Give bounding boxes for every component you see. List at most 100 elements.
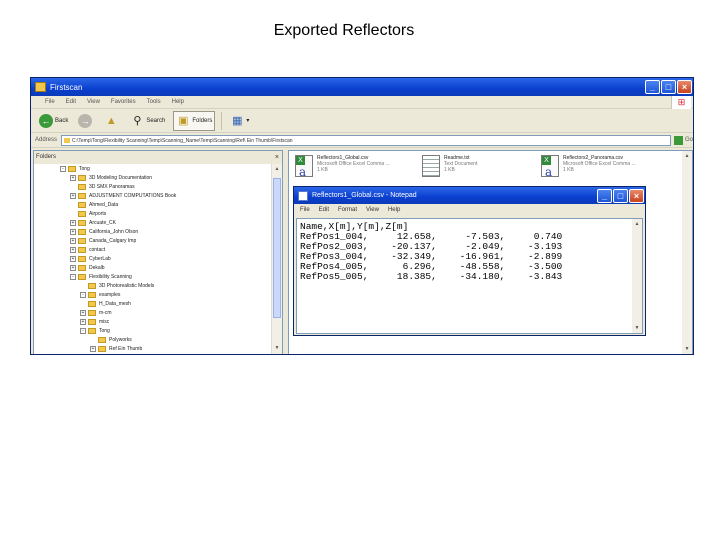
menu-help[interactable]: Help (172, 99, 184, 105)
menu-favorites[interactable]: Favorites (111, 99, 136, 105)
folders-label: Folders (192, 117, 213, 124)
collapse-icon[interactable]: - (80, 291, 86, 298)
folder-label: California_John Olson (89, 228, 139, 235)
folder-tree-item[interactable]: 3D Photorealistic Models (34, 281, 282, 290)
expand-icon[interactable]: + (70, 264, 76, 271)
menu-format[interactable]: Format (338, 207, 357, 213)
folder-tree-item[interactable]: - examples (34, 290, 282, 299)
maximize-button[interactable]: □ (661, 80, 676, 94)
close-button[interactable]: × (677, 80, 692, 94)
folder-tree-item[interactable]: + m-cm (34, 308, 282, 317)
excel-file-icon (295, 155, 313, 179)
folder-tree-item[interactable]: - Flexibility Scanning (34, 272, 282, 281)
folder-tree-item[interactable]: +3D Modeling Documentation (34, 173, 282, 182)
folder-tree-item[interactable]: + Canada_Calgary Imp (34, 236, 282, 245)
scroll-up-icon[interactable]: ▲ (632, 219, 642, 229)
folder-label: Ref Ein Thumb (109, 345, 143, 352)
folder-label: Canada_Calgary Imp (89, 237, 137, 244)
scroll-up-icon[interactable]: ▲ (272, 164, 282, 175)
notepad-scrollbar[interactable]: ▲ ▼ (632, 219, 642, 333)
go-button[interactable]: Go (673, 135, 693, 145)
menu-edit[interactable]: Edit (319, 207, 329, 213)
folders-button[interactable]: ▣ Folders (173, 110, 216, 131)
expand-icon[interactable]: + (70, 174, 76, 181)
folder-label: Arcuate_CK (89, 219, 116, 226)
file-item[interactable]: Readme.txt Text Document 1 KB (422, 155, 477, 177)
folder-tree-item[interactable]: Airports (34, 209, 282, 218)
folder-icon (88, 318, 96, 325)
explorer-menubar: File Edit View Favorites Tools Help ⊞ (31, 96, 693, 109)
menu-file[interactable]: File (300, 207, 310, 213)
expand-icon[interactable]: + (80, 309, 86, 316)
folders-scrollbar[interactable]: ▲ ▼ (271, 164, 282, 354)
folder-tree-item[interactable]: - Tong (34, 164, 282, 173)
folder-icon (98, 345, 106, 352)
folder-tree-item[interactable]: 3D SMX Panoramas (34, 182, 282, 191)
expand-icon[interactable]: + (70, 255, 76, 262)
folder-tree-item[interactable]: + CyberLab (34, 254, 282, 263)
scroll-thumb[interactable] (273, 178, 281, 318)
menu-file[interactable]: File (45, 99, 55, 105)
folder-tree-item[interactable]: Polyworks (34, 335, 282, 344)
menu-view[interactable]: View (87, 99, 100, 105)
file-item[interactable]: Reflectors2_Panorama.csv Microsoft Offic… (541, 155, 636, 179)
scroll-down-icon[interactable]: ▼ (682, 344, 692, 354)
folder-icon (78, 201, 86, 208)
scroll-up-icon[interactable]: ▲ (682, 151, 692, 161)
file-meta: Reflectors1_Global.csv Microsoft Office … (317, 155, 390, 173)
views-button[interactable]: ▦ ▾ (228, 111, 251, 131)
folder-tree-item[interactable]: + Dekalb (34, 263, 282, 272)
file-item[interactable]: Reflectors1_Global.csv Microsoft Office … (295, 155, 390, 179)
folder-tree-item[interactable]: + ADJUSTMENT COMPUTATIONS Book (34, 191, 282, 200)
expand-icon[interactable]: + (70, 228, 76, 235)
folder-icon (78, 228, 86, 235)
collapse-icon[interactable]: - (70, 273, 76, 280)
menu-view[interactable]: View (366, 207, 379, 213)
forward-button[interactable]: → (76, 111, 96, 131)
folder-tree-item[interactable]: + California_John Olson (34, 227, 282, 236)
folder-tree-item[interactable]: H_Data_mesh (34, 299, 282, 308)
collapse-icon[interactable]: - (60, 165, 66, 172)
close-button[interactable]: × (629, 188, 644, 203)
folder-icon (68, 165, 76, 172)
scroll-down-icon[interactable]: ▼ (632, 323, 642, 333)
menu-tools[interactable]: Tools (147, 99, 161, 105)
back-button[interactable]: ← Back (37, 111, 70, 131)
collapse-icon[interactable]: - (80, 327, 86, 334)
notepad-titlebar[interactable]: Reflectors1_Global.csv - Notepad _ □ × (294, 187, 645, 204)
folder-tree-item[interactable]: Ahmed_Data (34, 200, 282, 209)
file-list-scrollbar[interactable]: ▲ ▼ (682, 151, 692, 354)
scroll-down-icon[interactable]: ▼ (272, 343, 282, 354)
search-icon: ⚲ (133, 114, 142, 127)
menu-edit[interactable]: Edit (66, 99, 76, 105)
up-folder-button[interactable]: ▲ (102, 111, 122, 131)
folder-tree-item[interactable]: - Tong (34, 326, 282, 335)
explorer-toolbar: ← Back → ▲ ⚲ Search ▣ Folders ▦ ▾ (31, 109, 693, 133)
folder-tree-item[interactable]: + Ref Ein Thumb (34, 344, 282, 353)
search-button[interactable]: ⚲ Search (128, 111, 167, 131)
expand-icon[interactable]: + (70, 246, 76, 253)
notepad-text-area[interactable]: Name,X[m],Y[m],Z[m] RefPos1_004, 12.658,… (296, 218, 643, 334)
folder-icon (88, 327, 96, 334)
folder-tree-item[interactable]: + contact (34, 245, 282, 254)
expand-icon[interactable]: + (70, 237, 76, 244)
maximize-button[interactable]: □ (613, 188, 628, 203)
file-size: 1 KB (444, 167, 455, 173)
close-icon[interactable]: × (275, 151, 279, 164)
address-input[interactable]: C:\Temp\Tong\Flexibility Scanning\Temp\S… (61, 134, 671, 146)
expand-icon[interactable]: + (90, 345, 96, 352)
explorer-titlebar[interactable]: Firstscan _ □ × (31, 78, 693, 96)
minimize-button[interactable]: _ (645, 80, 660, 94)
folder-tree-item[interactable]: + misc (34, 317, 282, 326)
forward-arrow-icon: → (78, 113, 93, 128)
address-bar: Address C:\Temp\Tong\Flexibility Scannin… (31, 133, 693, 148)
expand-icon[interactable]: + (70, 219, 76, 226)
expand-icon[interactable]: + (80, 318, 86, 325)
menu-help[interactable]: Help (388, 207, 400, 213)
windows-logo-icon: ⊞ (671, 96, 691, 109)
minimize-button[interactable]: _ (597, 188, 612, 203)
expand-icon[interactable]: + (70, 192, 76, 199)
folder-tree-item[interactable]: + Arcuate_CK (34, 218, 282, 227)
